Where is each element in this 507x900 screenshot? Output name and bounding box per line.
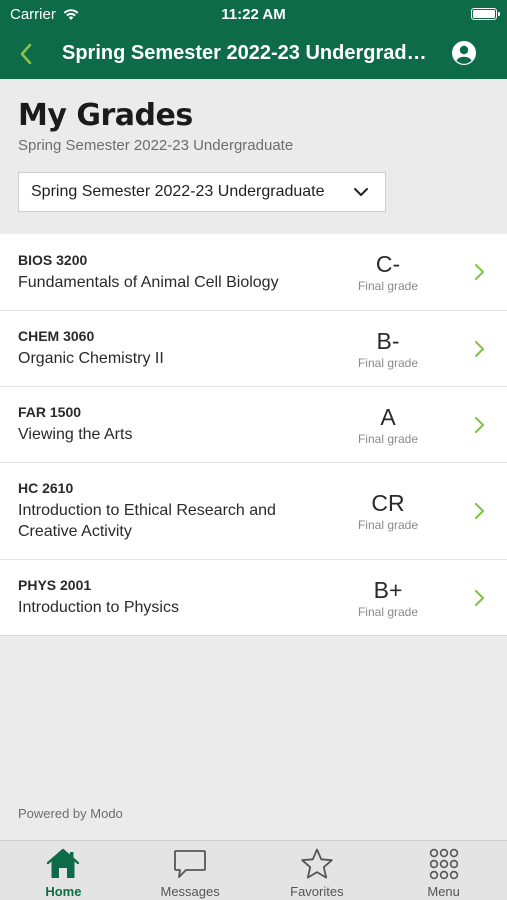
- chevron-right-icon: [474, 263, 485, 281]
- grade-block: C- Final grade: [348, 251, 428, 293]
- messages-icon: [174, 850, 207, 878]
- grades-header: My Grades Spring Semester 2022-23 Underg…: [0, 79, 507, 234]
- grade-block: B- Final grade: [348, 328, 428, 370]
- tab-home[interactable]: Home: [0, 841, 127, 900]
- tab-messages[interactable]: Messages: [127, 841, 254, 900]
- course-info: CHEM 3060 Organic Chemistry II: [18, 328, 328, 369]
- grade-caption: Final grade: [357, 355, 419, 370]
- course-info: PHYS 2001 Introduction to Physics: [18, 577, 328, 618]
- star-icon: [301, 848, 333, 879]
- grade-block: CR Final grade: [348, 490, 428, 532]
- tab-bar: Home Messages Favorites Menu: [0, 840, 507, 900]
- chevron-right-icon: [474, 416, 485, 433]
- course-info: HC 2610 Introduction to Ethical Research…: [18, 480, 328, 542]
- grade-letter: B-: [376, 327, 400, 354]
- chevron-down-icon: [354, 188, 368, 196]
- course-name: Introduction to Ethical Research and Cre…: [18, 502, 276, 540]
- course-row[interactable]: PHYS 2001 Introduction to Physics B+ Fin…: [0, 559, 507, 635]
- powered-by-label: Powered by Modo: [18, 806, 123, 821]
- carrier-label: Carrier: [10, 5, 56, 23]
- tab-label: Home: [45, 884, 82, 899]
- tab-label: Favorites: [290, 884, 344, 899]
- grade-block: B+ Final grade: [348, 577, 428, 619]
- grade-letter: B+: [373, 576, 403, 603]
- chevron-right-icon: [474, 502, 485, 520]
- course-info: FAR 1500 Viewing the Arts: [18, 404, 328, 445]
- status-time: 11:22 AM: [221, 5, 286, 23]
- course-code: PHYS 2001: [18, 577, 92, 593]
- course-code: CHEM 3060: [18, 328, 95, 344]
- grade-letter: A: [380, 403, 396, 430]
- course-info: BIOS 3200 Fundamentals of Animal Cell Bi…: [18, 252, 328, 293]
- grade-letter: C-: [375, 251, 401, 277]
- home-icon: [47, 848, 80, 878]
- course-code: HC 2610: [18, 480, 74, 496]
- profile-icon[interactable]: [451, 40, 477, 66]
- course-list: BIOS 3200 Fundamentals of Animal Cell Bi…: [0, 234, 507, 636]
- course-name: Organic Chemistry II: [18, 350, 164, 367]
- page-title: My Grades: [18, 98, 193, 133]
- grade-letter: CR: [371, 490, 405, 516]
- battery-icon: [471, 8, 500, 20]
- course-row[interactable]: FAR 1500 Viewing the Arts A Final grade: [0, 386, 507, 462]
- chevron-right-icon: [474, 340, 485, 357]
- nav-bar: Spring Semester 2022-23 Undergraduate: [0, 28, 507, 79]
- back-button[interactable]: [0, 28, 48, 79]
- tab-menu[interactable]: Menu: [380, 841, 507, 900]
- nav-title: Spring Semester 2022-23 Undergraduate: [62, 42, 434, 64]
- grade-caption: Final grade: [357, 518, 419, 532]
- grade-caption: Final grade: [357, 604, 419, 619]
- chevron-right-icon: [474, 589, 485, 606]
- semester-select-value: Spring Semester 2022-23 Undergraduate: [31, 183, 325, 200]
- wifi-icon: [63, 8, 79, 20]
- grade-block: A Final grade: [348, 404, 428, 446]
- page-subtitle: Spring Semester 2022-23 Undergraduate: [18, 137, 294, 154]
- status-bar: Carrier 11:22 AM: [0, 0, 507, 28]
- grid-menu-icon: [429, 848, 458, 880]
- course-row[interactable]: CHEM 3060 Organic Chemistry II B- Final …: [0, 310, 507, 386]
- course-row[interactable]: BIOS 3200 Fundamentals of Animal Cell Bi…: [0, 234, 507, 310]
- course-code: BIOS 3200: [18, 251, 88, 268]
- status-right: [347, 8, 500, 20]
- grade-caption: Final grade: [357, 431, 419, 446]
- course-name: Introduction to Physics: [18, 599, 179, 616]
- tab-label: Menu: [427, 884, 460, 899]
- tab-favorites[interactable]: Favorites: [254, 841, 381, 900]
- course-row[interactable]: HC 2610 Introduction to Ethical Research…: [0, 462, 507, 559]
- semester-select[interactable]: Spring Semester 2022-23 Undergraduate: [18, 172, 386, 212]
- course-code: FAR 1500: [18, 404, 82, 420]
- course-name: Fundamentals of Animal Cell Biology: [18, 273, 279, 291]
- grade-caption: Final grade: [357, 279, 419, 293]
- chevron-left-icon: [20, 43, 32, 64]
- tab-label: Messages: [160, 884, 220, 899]
- course-name: Viewing the Arts: [18, 426, 133, 443]
